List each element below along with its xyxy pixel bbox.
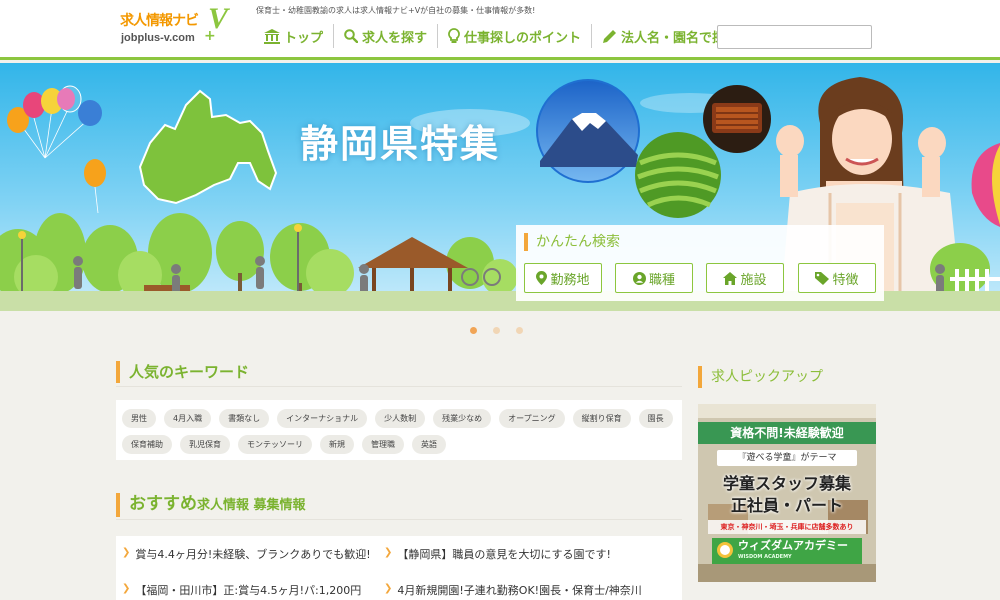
mount-fuji-photo — [536, 79, 640, 183]
keyword-tag[interactable]: 乳児保育 — [180, 435, 230, 454]
person-icon — [632, 271, 646, 285]
divider — [116, 386, 682, 387]
recommend-job-link[interactable]: ❯ 【静岡県】職員の意見を大切にする園です! — [384, 546, 642, 582]
pencil-icon — [603, 29, 617, 43]
recommend-heading-main: おすすめ — [129, 494, 197, 514]
keyword-tag[interactable]: 4月入職 — [164, 409, 212, 428]
building-icon — [264, 28, 280, 44]
keyword-tag[interactable]: 管理職 — [362, 435, 404, 454]
keyword-tag[interactable]: 少人数制 — [375, 409, 426, 428]
recommend-row: ❯ 賞与4.4ヶ月分!未経験、ブランクありでも歓迎! ❯ 【静岡県】職員の意見を大切… — [122, 546, 682, 582]
keywords-heading: 人気のキーワード — [116, 361, 249, 383]
banner-area: 東京・神奈川・埼玉・兵庫に店舗多数あり — [708, 520, 866, 534]
nav-top[interactable]: トップ — [254, 24, 333, 48]
balloons-icon — [7, 85, 106, 214]
logo-url: jobplus-v.com — [121, 32, 195, 44]
keyword-row: 保育補助 乳児保育 モンテッソーリ 新規 管理職 英語 — [122, 433, 676, 456]
pickup-job-banner[interactable]: 資格不問!未経験歓迎 『遊べる学童』がテーマ 学童スタッフ募集 正社員・パート … — [698, 404, 876, 582]
keyword-tag[interactable]: 男性 — [122, 409, 156, 428]
keyword-tag[interactable]: インターナショナル — [277, 409, 368, 428]
site-tagline: 保育士・幼稚園教諭の求人は求人情報ナビ+Vが自社の募集・仕事情報が多数! — [256, 6, 536, 15]
home-icon — [723, 271, 738, 285]
keyword-tag[interactable]: モンテッソーリ — [238, 435, 312, 454]
quick-search-facility-button[interactable]: 施設 — [706, 263, 784, 293]
hero-slide-dots — [470, 327, 539, 334]
recommend-job-title: 賞与4.4ヶ月分!未経験、ブランクありでも歓迎! — [135, 548, 371, 561]
main-nav: トップ 求人を探す 仕事探しのポイント 法人名・園名で探す — [254, 22, 748, 50]
keyword-tag[interactable]: 縦割り保育 — [572, 409, 631, 428]
keyword-tag[interactable]: 書類なし — [219, 409, 270, 428]
banner-company-logo: ウィズダムアカデミー WISDOM ACADEMY — [712, 538, 862, 564]
banner-company-name-en: WISDOM ACADEMY — [738, 554, 792, 560]
chevron-right-icon: ❯ — [122, 583, 131, 594]
banner-theme: 『遊べる学童』がテーマ — [717, 450, 857, 466]
banner-title: 学童スタッフ募集 — [722, 474, 851, 493]
quick-search-location-label: 勤務地 — [550, 272, 590, 288]
nav-search-jobs-label: 求人を探す — [362, 30, 428, 46]
recommend-job-link[interactable]: ❯ 4月新規開園!子連れ勤務OK!園長・保育士/神奈川 — [384, 582, 642, 600]
quick-search-panel: かんたん検索 勤務地 職種 施設 特徴 — [516, 225, 884, 301]
keyword-tag[interactable]: 残業少なめ — [433, 409, 492, 428]
quick-search-location-button[interactable]: 勤務地 — [524, 263, 602, 293]
slide-dot-3[interactable] — [516, 327, 523, 334]
pickup-heading: 求人ピックアップ — [698, 366, 823, 388]
nav-top-label: トップ — [284, 30, 324, 46]
site-logo[interactable]: 求人情報ナビ V + jobplus-v.com — [116, 2, 241, 54]
search-input[interactable] — [717, 25, 872, 49]
tea-field-photo — [635, 132, 721, 218]
keyword-tag[interactable]: オープニング — [499, 409, 565, 428]
quick-search-title: かんたん検索 — [524, 233, 620, 251]
unagi-photo — [703, 85, 771, 153]
recommend-job-title: 4月新規開園!子連れ勤務OK!園長・保育士/神奈川 — [397, 584, 642, 597]
keyword-tag[interactable]: 園長 — [638, 409, 673, 428]
recommend-heading: おすすめ求人情報 募集情報 — [116, 493, 306, 517]
logo-plus-mark: + — [204, 28, 216, 44]
keyword-tag[interactable]: 保育補助 — [122, 435, 172, 454]
shizuoka-map-icon — [138, 89, 278, 205]
banner-headline: 資格不問!未経験歓迎 — [698, 422, 876, 444]
slide-dot-2[interactable] — [493, 327, 500, 334]
keyword-tag[interactable]: 英語 — [412, 435, 446, 454]
nav-job-tips-label: 仕事探しのポイント — [464, 30, 582, 46]
recommend-row: ❯ 【福岡・田川市】正:賞与4.5ヶ月!パ:1,200円 ❯ 4月新規開園!子連れ勤… — [122, 582, 682, 600]
quick-search-occupation-button[interactable]: 職種 — [615, 263, 693, 293]
nav-search-jobs[interactable]: 求人を探す — [333, 24, 437, 48]
divider — [116, 519, 682, 520]
hero-title: 静岡県特集 — [300, 121, 501, 166]
site-header: 求人情報ナビ V + jobplus-v.com 保育士・幼稚園教諭の求人は求人… — [0, 0, 1000, 60]
keyword-tag[interactable]: 新規 — [320, 435, 354, 454]
quick-search-feature-label: 特徴 — [832, 272, 859, 288]
search-icon — [344, 29, 359, 43]
recommend-job-link[interactable]: ❯ 【福岡・田川市】正:賞与4.5ヶ月!パ:1,200円 — [122, 582, 380, 600]
recommend-heading-sub: 求人情報 募集情報 — [197, 498, 306, 513]
quick-search-feature-button[interactable]: 特徴 — [798, 263, 876, 293]
recommend-job-title: 【静岡県】職員の意見を大切にする園です! — [397, 548, 611, 561]
company-logo-icon — [717, 542, 733, 558]
logo-text: 求人情報ナビ — [120, 13, 199, 29]
chevron-right-icon: ❯ — [384, 547, 393, 558]
map-pin-icon — [536, 271, 548, 285]
banner-employment-type: 正社員・パート — [730, 496, 843, 515]
slide-dot-1[interactable] — [470, 327, 477, 334]
chevron-right-icon: ❯ — [384, 583, 393, 594]
chevron-right-icon: ❯ — [122, 547, 131, 558]
keyword-row: 男性 4月入職 書類なし インターナショナル 少人数制 残業少なめ オープニング… — [122, 407, 676, 430]
keyword-tag-list: 男性 4月入職 書類なし インターナショナル 少人数制 残業少なめ オープニング… — [116, 400, 682, 460]
quick-search-facility-label: 施設 — [740, 272, 767, 288]
lightbulb-icon — [448, 28, 460, 43]
quick-search-occupation-label: 職種 — [648, 272, 675, 288]
banner-company-name: ウィズダムアカデミー — [738, 539, 848, 552]
nav-job-tips[interactable]: 仕事探しのポイント — [437, 24, 591, 48]
recommend-job-list: ❯ 賞与4.4ヶ月分!未経験、ブランクありでも歓迎! ❯ 【静岡県】職員の意見を大切… — [116, 536, 682, 600]
recommend-job-link[interactable]: ❯ 賞与4.4ヶ月分!未経験、ブランクありでも歓迎! — [122, 546, 380, 582]
tag-icon — [815, 271, 830, 285]
recommend-job-title: 【福岡・田川市】正:賞与4.5ヶ月!パ:1,200円 — [135, 584, 362, 597]
